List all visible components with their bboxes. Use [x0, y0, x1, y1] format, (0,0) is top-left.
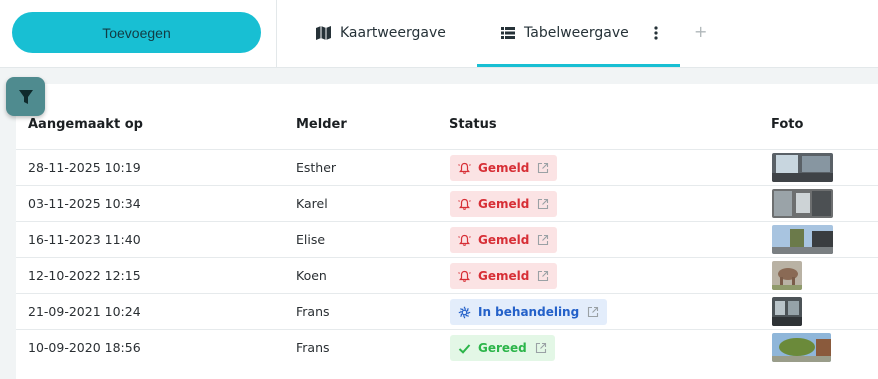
status-label: Gereed [478, 341, 527, 355]
status-badge[interactable]: Gemeld [450, 155, 558, 181]
status-label: Gemeld [478, 161, 530, 175]
created-date: 16-11-2023 11:40 [28, 232, 141, 247]
external-link-icon [537, 198, 549, 210]
bell-alert-icon [458, 270, 471, 283]
column-header-reporter[interactable]: Melder [296, 117, 347, 132]
tab-table-label: Tabelweergave [524, 25, 629, 41]
column-header-status[interactable]: Status [449, 117, 497, 132]
bell-alert-icon [458, 234, 471, 247]
status-badge[interactable]: Gemeld [450, 227, 558, 253]
reporter-name: Elise [296, 232, 326, 247]
status-label: Gemeld [478, 233, 530, 247]
created-date: 28-11-2025 10:19 [28, 160, 141, 175]
tab-options-menu-icon[interactable] [646, 23, 666, 43]
add-button[interactable]: Toevoegen [12, 12, 261, 53]
reporter-name: Karel [296, 196, 328, 211]
created-date: 03-11-2025 10:34 [28, 196, 141, 211]
external-link-icon [537, 270, 549, 282]
status-badge[interactable]: Gemeld [450, 263, 558, 289]
table-row[interactable]: 03-11-2025 10:34 Karel Gemeld [16, 185, 878, 221]
external-link-icon [535, 342, 547, 354]
reporter-name: Frans [296, 304, 330, 319]
add-tab-icon[interactable]: + [694, 22, 707, 41]
table-row[interactable]: 28-11-2025 10:19 Esther Gemeld [16, 149, 878, 185]
top-toolbar: Toevoegen Kaartweergave Tabelweergave + [0, 0, 878, 68]
tab-map-label: Kaartweergave [340, 25, 446, 41]
bell-alert-icon [458, 198, 471, 211]
table-row[interactable]: 16-11-2023 11:40 Elise Gemeld [16, 221, 878, 257]
tab-map-view[interactable]: Kaartweergave [316, 0, 446, 66]
created-date: 10-09-2020 18:56 [28, 340, 141, 355]
photo-thumbnail[interactable] [772, 261, 802, 290]
checkmark-icon [458, 342, 471, 355]
reporter-name: Frans [296, 340, 330, 355]
map-icon [316, 26, 331, 40]
reporter-name: Koen [296, 268, 327, 283]
status-label: Gemeld [478, 197, 530, 211]
created-date: 12-10-2022 12:15 [28, 268, 141, 283]
active-tab-indicator [477, 64, 680, 67]
column-header-created[interactable]: Aangemaakt op [28, 117, 143, 132]
tab-table-view[interactable]: Tabelweergave [501, 0, 629, 66]
bell-alert-icon [458, 162, 471, 175]
status-label: In behandeling [478, 305, 580, 319]
filter-icon [18, 89, 33, 104]
list-icon [501, 27, 515, 39]
table-row[interactable]: 12-10-2022 12:15 Koen Gemeld [16, 257, 878, 293]
toolbar-divider [276, 0, 277, 68]
table-row[interactable]: 10-09-2020 18:56 Frans Gereed [16, 329, 878, 365]
photo-thumbnail[interactable] [772, 189, 833, 218]
table-row[interactable]: 21-09-2021 10:24 Frans In behandeling [16, 293, 878, 329]
photo-thumbnail[interactable] [772, 153, 833, 182]
reporter-name: Esther [296, 160, 337, 175]
external-link-icon [587, 306, 599, 318]
status-label: Gemeld [478, 269, 530, 283]
photo-thumbnail[interactable] [772, 333, 831, 362]
photo-thumbnail[interactable] [772, 225, 833, 254]
gear-icon [458, 306, 471, 319]
status-badge[interactable]: Gereed [450, 335, 555, 361]
column-header-photo[interactable]: Foto [771, 117, 803, 132]
status-badge[interactable]: In behandeling [450, 299, 608, 325]
status-badge[interactable]: Gemeld [450, 191, 558, 217]
external-link-icon [537, 162, 549, 174]
filter-button[interactable] [6, 77, 45, 116]
photo-thumbnail[interactable] [772, 297, 802, 326]
created-date: 21-09-2021 10:24 [28, 304, 141, 319]
external-link-icon [537, 234, 549, 246]
